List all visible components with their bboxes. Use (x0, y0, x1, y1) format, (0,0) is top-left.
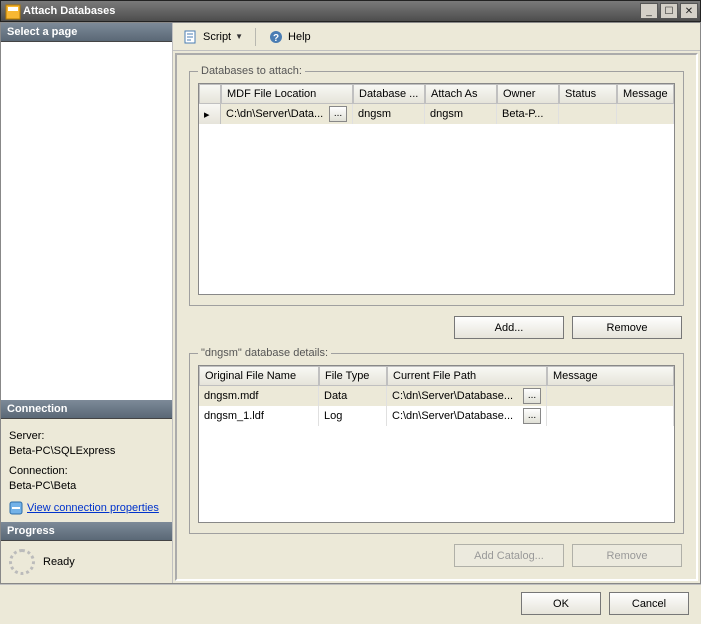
properties-icon (9, 501, 23, 515)
app-icon (5, 4, 19, 18)
cancel-button[interactable]: Cancel (609, 592, 689, 615)
server-value: Beta-PC\SQLExpress (9, 444, 164, 459)
attach-fieldset: Databases to attach: MDF File Location D… (189, 65, 684, 306)
col-mdf[interactable]: MDF File Location (221, 84, 353, 104)
progress-header: Progress (1, 522, 172, 541)
progress-spinner-icon (9, 549, 35, 575)
help-label: Help (288, 31, 311, 43)
table-row[interactable]: ▸ C:\dn\Server\Data...... dngsm dngsm Be… (199, 104, 674, 124)
col-file-type[interactable]: File Type (319, 366, 387, 386)
script-icon (183, 29, 199, 45)
cell-attach-as[interactable]: dngsm (425, 104, 497, 124)
maximize-button[interactable]: ☐ (660, 3, 678, 19)
col-database[interactable]: Database ... (353, 84, 425, 104)
col-message2[interactable]: Message (547, 366, 674, 386)
table-row[interactable]: dngsm.mdf Data C:\dn\Server\Database....… (199, 386, 674, 406)
connection-label: Connection: (9, 464, 164, 479)
select-page-header: Select a page (1, 23, 172, 42)
cell-orig: dngsm_1.ldf (199, 406, 319, 426)
script-label: Script (203, 31, 231, 43)
cell-owner: Beta-P... (497, 104, 559, 124)
script-button[interactable]: Script ▼ (179, 27, 247, 47)
details-grid[interactable]: Original File Name File Type Current Fil… (198, 365, 675, 523)
col-message[interactable]: Message (617, 84, 674, 104)
attach-legend: Databases to attach: (198, 65, 305, 77)
connection-header: Connection (1, 400, 172, 419)
left-panel: Select a page Connection Server: Beta-PC… (1, 23, 173, 583)
main-content: Databases to attach: MDF File Location D… (175, 53, 698, 581)
help-button[interactable]: ? Help (264, 27, 315, 47)
details-grid-header: Original File Name File Type Current Fil… (199, 366, 674, 386)
row-selector-icon[interactable]: ▸ (199, 104, 221, 124)
cell-status (559, 104, 617, 124)
close-button[interactable]: ✕ (680, 3, 698, 19)
cell-database: dngsm (353, 104, 425, 124)
add-catalog-button: Add Catalog... (454, 544, 564, 567)
browse-path-button[interactable]: ... (523, 388, 541, 404)
col-current-path[interactable]: Current File Path (387, 366, 547, 386)
browse-path-button[interactable]: ... (523, 408, 541, 424)
databases-grid-header: MDF File Location Database ... Attach As… (199, 84, 674, 104)
cell-message (547, 386, 674, 406)
ok-button[interactable]: OK (521, 592, 601, 615)
page-tree[interactable] (1, 42, 172, 400)
add-button[interactable]: Add... (454, 316, 564, 339)
svg-text:?: ? (273, 33, 279, 44)
title-bar: Attach Databases _ ☐ ✕ (0, 0, 701, 22)
cell-mdf: C:\dn\Server\Data... (226, 108, 323, 120)
right-panel: Script ▼ ? Help Databases to attach: MDF… (173, 23, 700, 583)
cell-path: C:\dn\Server\Database... (392, 390, 513, 402)
col-orig-filename[interactable]: Original File Name (199, 366, 319, 386)
databases-grid[interactable]: MDF File Location Database ... Attach As… (198, 83, 675, 295)
details-legend: "dngsm" database details: (198, 347, 331, 359)
dialog-footer: OK Cancel (0, 584, 701, 622)
cell-orig: dngsm.mdf (199, 386, 319, 406)
view-connection-properties-link[interactable]: View connection properties (27, 501, 159, 516)
col-owner[interactable]: Owner (497, 84, 559, 104)
minimize-button[interactable]: _ (640, 3, 658, 19)
server-label: Server: (9, 429, 164, 444)
cell-ftype: Log (319, 406, 387, 426)
connection-value: Beta-PC\Beta (9, 479, 164, 494)
dialog-body: Select a page Connection Server: Beta-PC… (0, 22, 701, 584)
col-status[interactable]: Status (559, 84, 617, 104)
remove-button[interactable]: Remove (572, 316, 682, 339)
help-icon: ? (268, 29, 284, 45)
cell-path: C:\dn\Server\Database... (392, 410, 513, 422)
col-attach-as[interactable]: Attach As (425, 84, 497, 104)
progress-status: Ready (43, 556, 75, 568)
cell-ftype: Data (319, 386, 387, 406)
cell-message (547, 406, 674, 426)
connection-block: Server: Beta-PC\SQLExpress Connection: B… (1, 419, 172, 522)
browse-mdf-button[interactable]: ... (329, 106, 347, 122)
window-title: Attach Databases (23, 5, 638, 17)
progress-block: Ready (1, 541, 172, 583)
remove-detail-button: Remove (572, 544, 682, 567)
toolbar: Script ▼ ? Help (173, 23, 700, 51)
chevron-down-icon: ▼ (235, 32, 243, 41)
table-row[interactable]: dngsm_1.ldf Log C:\dn\Server\Database...… (199, 406, 674, 426)
details-fieldset: "dngsm" database details: Original File … (189, 347, 684, 534)
cell-message (617, 104, 674, 124)
